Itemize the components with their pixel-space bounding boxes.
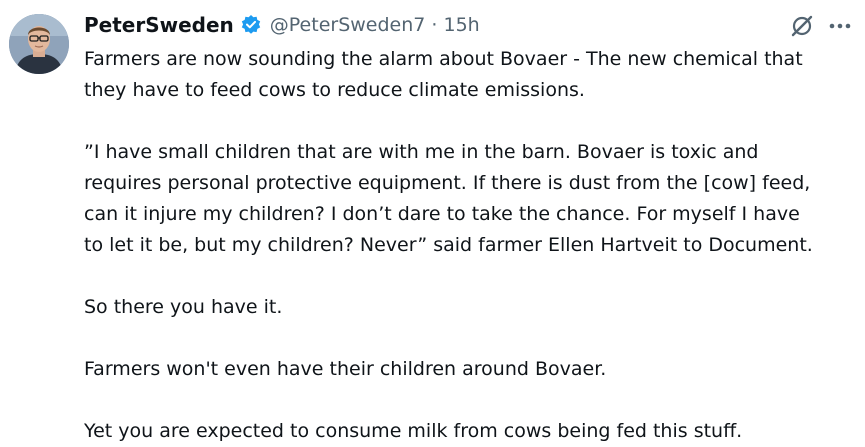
tweet-header: PeterSweden @PeterSweden7 · 15h	[84, 10, 480, 40]
tweet-line: Yet you are expected to consume milk fro…	[84, 420, 743, 442]
avatar-image	[9, 14, 69, 74]
tweet-line: So there you have it.	[84, 296, 283, 318]
tweet-line: Farmers are now sounding the alarm about…	[84, 48, 803, 70]
tweet-text: Farmers are now sounding the alarm about…	[84, 44, 862, 447]
separator: ·	[425, 14, 444, 36]
more-options-icon[interactable]	[824, 13, 856, 39]
grok-icon[interactable]	[789, 13, 815, 39]
tweet-line: they have to feed cows to reduce climate…	[84, 79, 585, 101]
handle-and-time: @PeterSweden7 · 15h	[270, 14, 480, 36]
tweet-line: requires personal protective equipment. …	[84, 172, 811, 194]
display-name[interactable]: PeterSweden	[84, 13, 234, 37]
tweet-line: ”I have small children that are with me …	[84, 141, 759, 163]
timestamp[interactable]: 15h	[444, 14, 480, 36]
tweet-line: Farmers won't even have their children a…	[84, 358, 607, 380]
verified-badge-icon	[240, 14, 262, 36]
handle[interactable]: @PeterSweden7	[270, 14, 426, 36]
tweet-line: to let it be, but my children? Never” sa…	[84, 234, 813, 256]
avatar[interactable]	[9, 14, 69, 74]
tweet: PeterSweden @PeterSweden7 · 15h Farmers …	[0, 0, 865, 443]
tweet-line: can it injure my children? I don’t dare …	[84, 203, 800, 225]
